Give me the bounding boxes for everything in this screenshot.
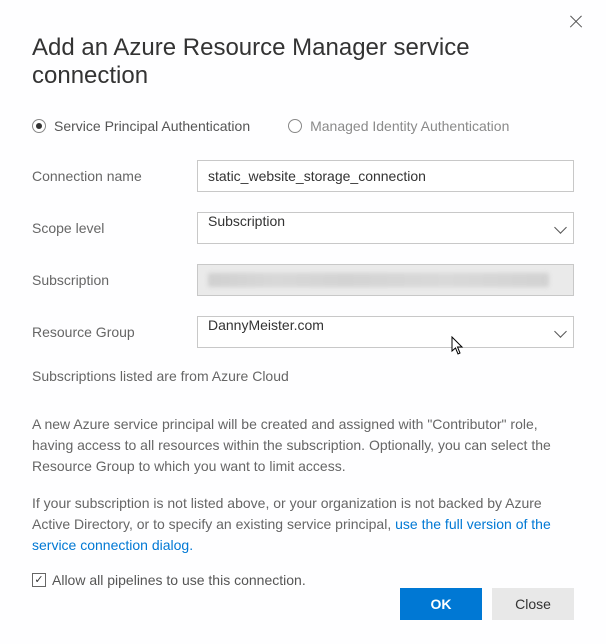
connection-name-input[interactable] <box>197 160 574 192</box>
radio-label: Managed Identity Authentication <box>310 118 509 134</box>
dialog-footer: OK Close <box>400 588 574 620</box>
radio-service-principal[interactable]: Service Principal Authentication <box>32 118 250 134</box>
resource-group-label: Resource Group <box>32 324 197 340</box>
scope-level-value: Subscription <box>208 213 285 229</box>
radio-dot-icon <box>288 119 302 133</box>
close-icon[interactable] <box>568 14 584 30</box>
radio-dot-icon <box>32 119 46 133</box>
auth-method-group: Service Principal Authentication Managed… <box>32 118 574 134</box>
allow-pipelines-checkbox[interactable]: ✓ <box>32 573 46 587</box>
resource-group-select[interactable]: DannyMeister.com <box>197 316 574 348</box>
description-text-1: A new Azure service principal will be cr… <box>32 414 574 477</box>
subscriptions-note: Subscriptions listed are from Azure Clou… <box>32 368 574 384</box>
dialog-title: Add an Azure Resource Manager service co… <box>32 34 574 90</box>
connection-name-label: Connection name <box>32 168 197 184</box>
resource-group-value: DannyMeister.com <box>208 317 324 333</box>
scope-level-select[interactable]: Subscription <box>197 212 574 244</box>
close-button[interactable]: Close <box>492 588 574 620</box>
redacted-value <box>208 273 549 287</box>
scope-level-label: Scope level <box>32 220 197 236</box>
subscription-label: Subscription <box>32 272 197 288</box>
description-text-2: If your subscription is not listed above… <box>32 493 574 556</box>
radio-label: Service Principal Authentication <box>54 118 250 134</box>
radio-managed-identity[interactable]: Managed Identity Authentication <box>288 118 509 134</box>
ok-button[interactable]: OK <box>400 588 482 620</box>
subscription-select[interactable] <box>197 264 574 296</box>
allow-pipelines-label: Allow all pipelines to use this connecti… <box>52 572 306 588</box>
